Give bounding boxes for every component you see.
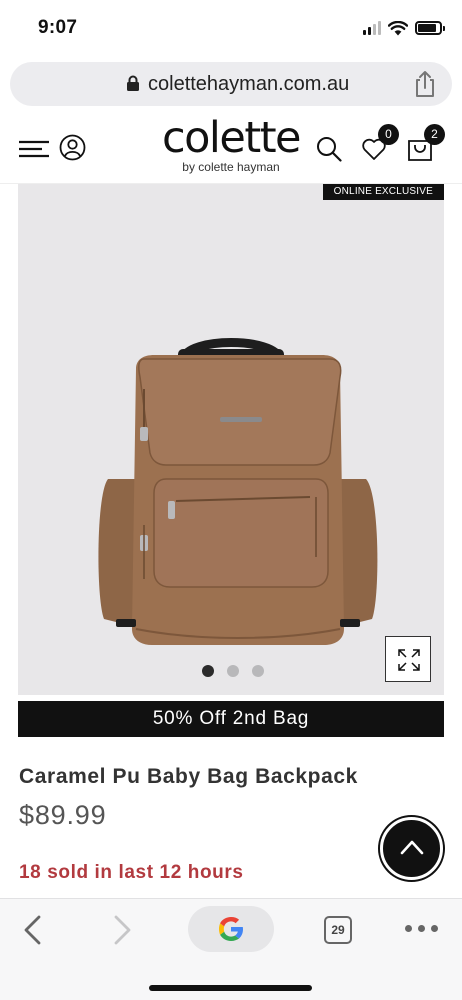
expand-icon — [398, 649, 420, 671]
sold-notice: 18 sold in last 12 hours — [19, 862, 244, 883]
back-icon[interactable] — [22, 915, 42, 945]
gallery-dot[interactable] — [252, 665, 264, 677]
scroll-to-top-button[interactable] — [380, 817, 443, 880]
product-price: $89.99 — [19, 800, 107, 830]
signal-icon — [363, 21, 381, 35]
hamburger-icon[interactable] — [18, 140, 50, 158]
promo-banner[interactable]: 50% Off 2nd Bag — [18, 701, 444, 737]
product-title: Caramel Pu Baby Bag Backpack — [19, 765, 358, 788]
site-logo[interactable]: colette by colette hayman — [155, 116, 307, 174]
cart-count-badge: 2 — [424, 124, 445, 145]
status-time: 9:07 — [38, 17, 78, 38]
chevron-up-icon — [400, 840, 424, 855]
site-header: colette by colette hayman 0 2 — [0, 112, 462, 184]
gallery-dots — [202, 665, 264, 677]
product-image[interactable] — [78, 329, 398, 649]
battery-icon — [415, 21, 445, 35]
google-search-button[interactable] — [188, 906, 274, 952]
search-icon[interactable] — [316, 136, 342, 162]
status-bar: 9:07 — [0, 0, 462, 58]
tabs-button[interactable]: 29 — [324, 916, 352, 944]
home-indicator — [149, 985, 312, 991]
expand-image-button[interactable] — [385, 636, 431, 682]
online-exclusive-tag: ONLINE EXCLUSIVE — [322, 184, 444, 200]
wishlist-count-badge: 0 — [378, 124, 399, 145]
url-text[interactable]: colettehayman.com.au — [148, 73, 349, 96]
more-options-icon[interactable] — [405, 925, 438, 932]
url-bar[interactable]: colettehayman.com.au — [10, 62, 452, 106]
share-icon[interactable] — [412, 70, 438, 98]
product-gallery[interactable]: ONLINE EXCLUSIVE — [18, 184, 444, 695]
forward-icon[interactable] — [113, 915, 133, 945]
google-icon — [219, 917, 243, 941]
gallery-dot[interactable] — [227, 665, 239, 677]
lock-icon — [127, 75, 139, 91]
wifi-icon — [388, 20, 408, 35]
status-icons — [363, 18, 445, 38]
user-icon[interactable] — [59, 134, 86, 161]
logo-text: colette — [161, 113, 302, 163]
gallery-dot[interactable] — [202, 665, 214, 677]
